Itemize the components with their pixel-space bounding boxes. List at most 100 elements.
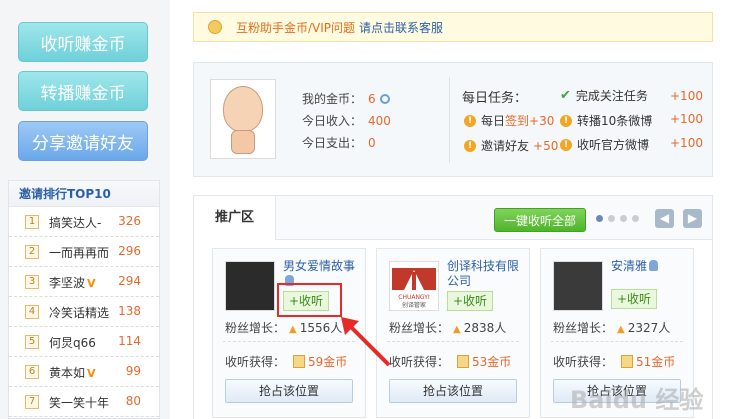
- fans-growth: 粉丝增长： ▲ 1556人: [225, 321, 343, 335]
- watermark: Baidu 经验: [570, 386, 704, 414]
- lightbulb-icon: [208, 20, 222, 34]
- fans-growth: 粉丝增长： ▲ 2327人: [553, 321, 671, 335]
- ranking-user-name[interactable]: 笑一笑十年: [49, 394, 109, 411]
- rank-number: 5: [25, 335, 39, 349]
- task-reward: +100: [670, 89, 703, 103]
- ranking-user-name[interactable]: 冷笑话精选: [49, 304, 109, 321]
- listen-earn-coins-button[interactable]: 收听赚金币: [18, 22, 148, 62]
- next-arrow-icon[interactable]: ▶: [683, 209, 702, 228]
- share-invite-friends-button[interactable]: 分享邀请好友: [18, 121, 148, 161]
- invite-ranking-panel: 邀请排行TOP10 1 搞笑达人- 326 2 一而再再而 296 3 李坚波 V…: [8, 180, 160, 419]
- rank-number: 1: [25, 215, 39, 229]
- carousel-dot[interactable]: [596, 215, 603, 222]
- company-logo[interactable]: CHUANGYI 创译管家: [389, 261, 439, 311]
- vip-badge-icon: V: [87, 277, 96, 290]
- rank-number: 4: [25, 305, 39, 319]
- check-icon: ✔: [560, 88, 571, 103]
- coin-icon: [457, 355, 470, 368]
- rank-number: 7: [25, 395, 39, 409]
- task-follow[interactable]: ✔ 完成关注任务: [560, 87, 648, 104]
- divider: [551, 341, 683, 342]
- coin-icon: [621, 355, 634, 368]
- expense-stat: 今日支出： 0: [302, 136, 376, 150]
- contact-support-link[interactable]: 请点击联系客服: [359, 19, 443, 36]
- ranking-score: 294: [118, 274, 141, 288]
- task-official[interactable]: ! 收听官方微博: [560, 136, 649, 153]
- listen-gain: 收听获得： 59金币: [225, 355, 348, 369]
- user-stats-card: 我的金币： 6 今日收入： 400 今日支出： 0 每日任务： ✔ 完成关注任务 +10…: [193, 62, 713, 177]
- rank-number: 3: [25, 275, 39, 289]
- up-arrow-icon: ▲: [453, 324, 461, 335]
- ranking-row[interactable]: 1 搞笑达人- 326: [9, 207, 159, 237]
- up-arrow-icon: ▲: [289, 324, 297, 335]
- promo-user-card: CHUANGYI 创译管家 创译科技有限公司 +收听 粉丝增长： ▲ 2838人 收…: [376, 248, 530, 418]
- notice-bar: 互粉助手金币/VIP问题 请点击联系客服: [193, 12, 713, 42]
- carousel-dots: [596, 215, 639, 222]
- warning-icon: !: [464, 139, 476, 152]
- person-icon: [649, 260, 659, 271]
- warning-icon: !: [560, 114, 572, 127]
- svg-text:CHUANGYI: CHUANGYI: [398, 294, 430, 301]
- warning-icon: !: [560, 138, 572, 151]
- ranking-user-name[interactable]: 一而再再而: [49, 244, 109, 261]
- ranking-score: 296: [118, 244, 141, 258]
- user-avatar[interactable]: [553, 261, 603, 311]
- listen-gain: 收听获得： 53金币: [389, 355, 512, 369]
- checkin-link[interactable]: 签到: [505, 112, 529, 129]
- ranking-row[interactable]: 7 笑一笑十年 80: [9, 387, 159, 417]
- grab-position-button[interactable]: 抢占该位置: [225, 379, 353, 403]
- ranking-user-name[interactable]: 何炅q66: [49, 334, 96, 351]
- task-invite[interactable]: ! 邀请好友 +50: [464, 137, 558, 154]
- divider: [223, 341, 355, 342]
- ranking-row[interactable]: 5 何炅q66 114: [9, 327, 159, 357]
- avatar: [210, 79, 276, 159]
- warning-icon: !: [464, 114, 476, 127]
- ranking-row[interactable]: 4 冷笑话精选 138: [9, 297, 159, 327]
- prev-arrow-icon[interactable]: ◀: [655, 209, 674, 228]
- grab-position-button[interactable]: 抢占该位置: [389, 379, 517, 403]
- follow-button[interactable]: +收听: [447, 291, 493, 311]
- ranking-title: 邀请排行TOP10: [9, 181, 159, 207]
- ranking-score: 138: [118, 304, 141, 318]
- tab-promotion[interactable]: 推广区: [194, 196, 276, 240]
- follow-button[interactable]: +收听: [611, 289, 657, 309]
- ranking-user-name[interactable]: 搞笑达人-: [49, 214, 101, 231]
- task-repost[interactable]: ! 转播10条微博: [560, 112, 652, 129]
- promo-user-name[interactable]: 创译科技有限公司: [447, 259, 527, 289]
- promo-user-name[interactable]: 安清雅: [611, 259, 691, 274]
- ranking-user-name[interactable]: 黄本如 V: [49, 364, 96, 381]
- divider: [387, 341, 519, 342]
- listen-gain: 收听获得： 51金币: [553, 355, 676, 369]
- ranking-score: 80: [125, 394, 141, 408]
- daily-tasks-title: 每日任务：: [462, 91, 528, 106]
- cartoon-face-icon: [223, 86, 263, 132]
- svg-text:创译管家: 创译管家: [402, 301, 426, 309]
- ranking-user-name[interactable]: 李坚波 V: [49, 274, 96, 291]
- carousel-dot[interactable]: [620, 215, 627, 222]
- sidebar: 收听赚金币 转播赚金币 分享邀请好友 邀请排行TOP10 1 搞笑达人- 326…: [0, 0, 170, 419]
- ranking-score: 99: [125, 364, 141, 378]
- rank-number: 2: [25, 245, 39, 259]
- ranking-row[interactable]: 6 黄本如 V 99: [9, 357, 159, 387]
- ranking-row[interactable]: 2 一而再再而 296: [9, 237, 159, 267]
- refresh-icon[interactable]: [379, 94, 390, 104]
- repost-earn-coins-button[interactable]: 转播赚金币: [18, 71, 148, 111]
- fans-growth: 粉丝增长： ▲ 2838人: [389, 321, 507, 335]
- promotion-tabbar: 推广区 一键收听全部 ◀ ▶: [194, 196, 712, 240]
- annotation-highlight-box: [277, 283, 342, 317]
- carousel-dot[interactable]: [608, 215, 615, 222]
- coins-stat: 我的金币： 6: [302, 90, 390, 107]
- carousel-dot[interactable]: [632, 215, 639, 222]
- ranking-row[interactable]: 3 李坚波 V 294: [9, 267, 159, 297]
- follow-all-button[interactable]: 一键收听全部: [494, 208, 586, 232]
- ranking-score: 326: [118, 214, 141, 228]
- task-reward: +100: [670, 112, 703, 126]
- cartoon-body-icon: [231, 130, 255, 154]
- rank-number: 6: [25, 365, 39, 379]
- task-checkin[interactable]: ! 每日 签到 +30: [464, 112, 554, 129]
- annotation-arrow-icon: [341, 317, 391, 367]
- user-avatar[interactable]: [225, 261, 275, 311]
- notice-text: 互粉助手金币/VIP问题: [236, 20, 356, 35]
- divider: [449, 77, 450, 163]
- coin-icon: [293, 355, 306, 368]
